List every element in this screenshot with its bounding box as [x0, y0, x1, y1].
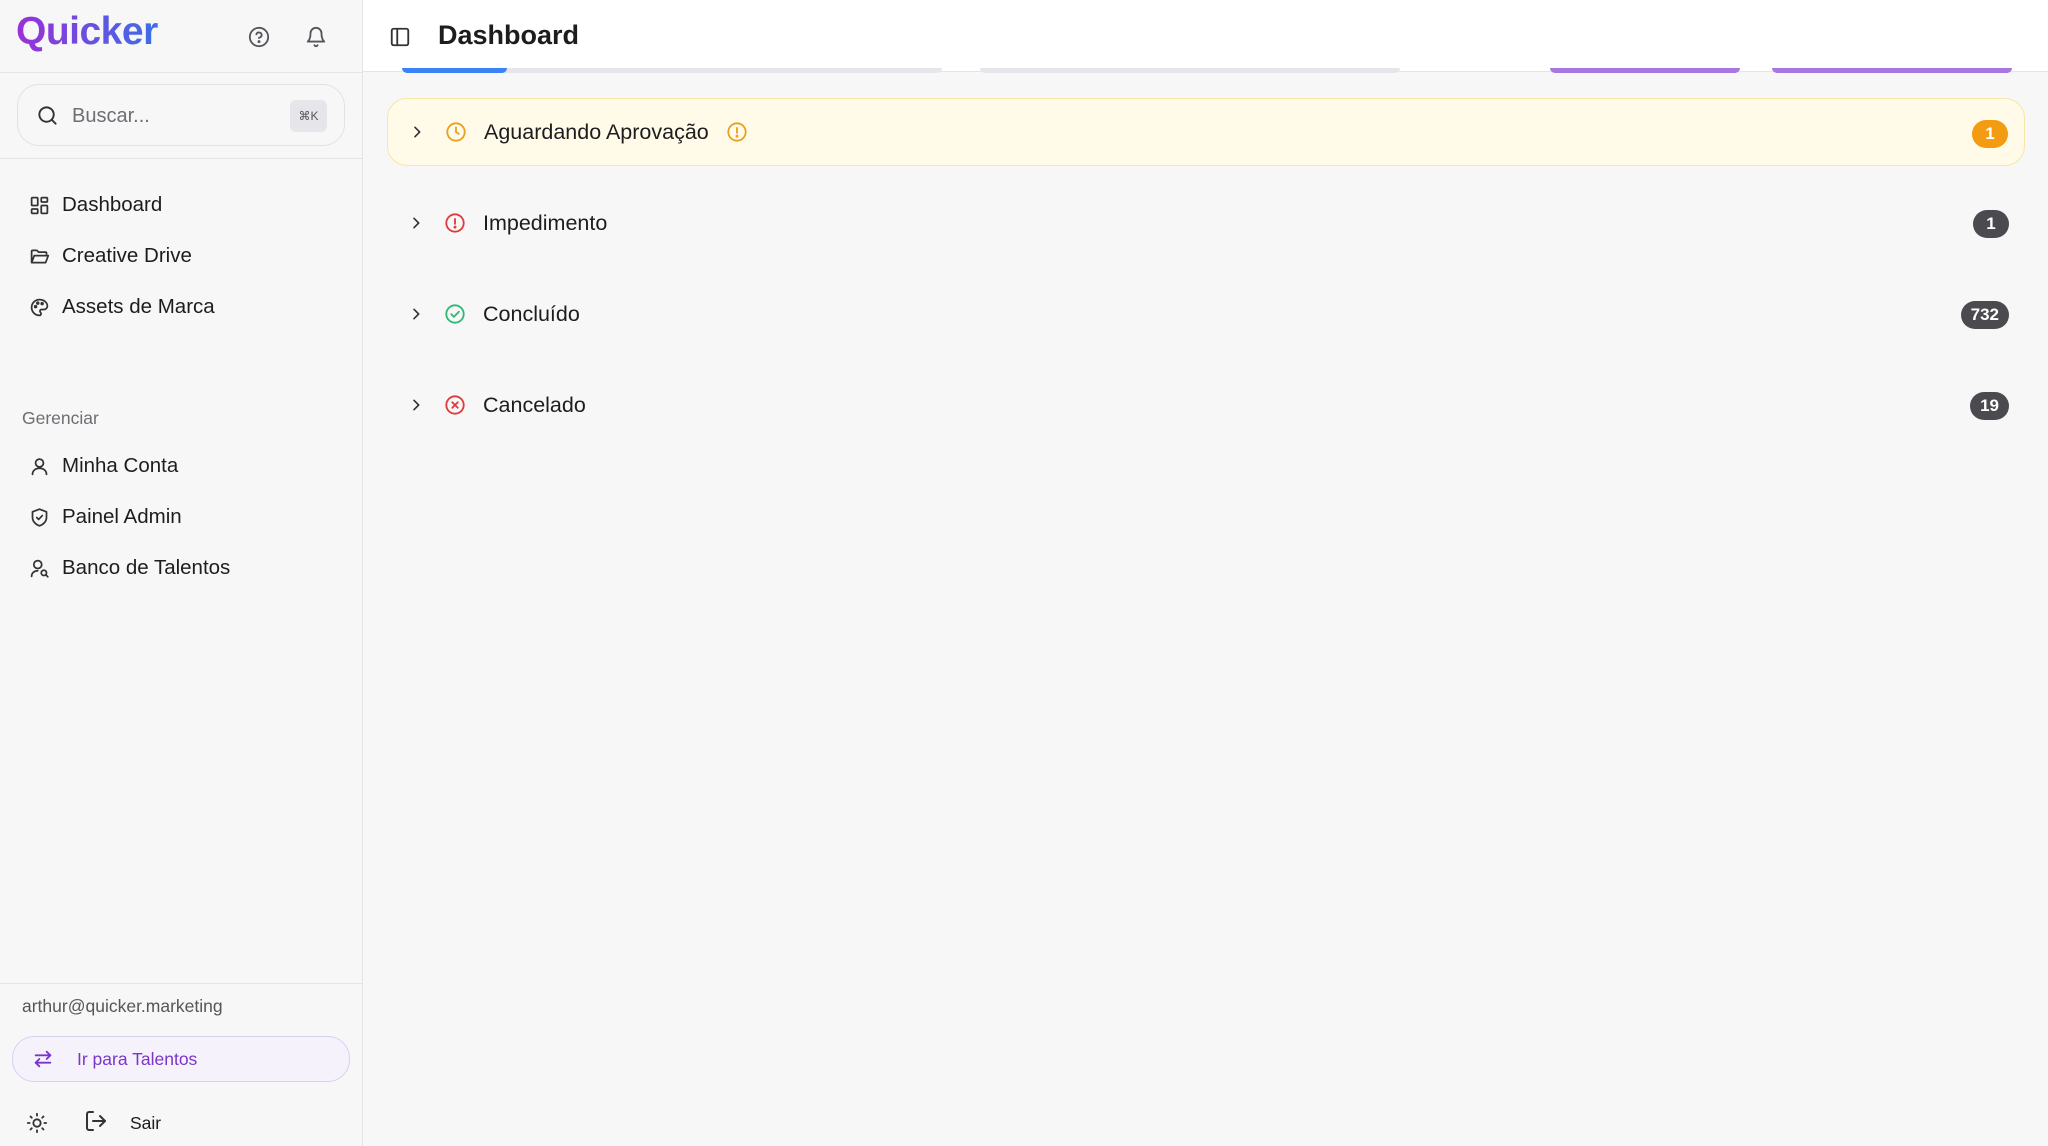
logout-button[interactable]: Sair: [84, 1108, 161, 1138]
sidebar-item-label: Minha Conta: [62, 454, 179, 477]
status-group-aguardando-aprovacao[interactable]: Aguardando Aprovação 1: [387, 98, 2025, 166]
switch-to-talentos-button[interactable]: Ir para Talentos: [12, 1036, 350, 1082]
status-count-badge: 19: [1970, 392, 2009, 420]
sidebar-item-painel-admin[interactable]: Painel Admin: [12, 495, 346, 539]
logout-label: Sair: [130, 1112, 162, 1133]
folder-open-icon: [28, 245, 50, 267]
scrolled-button: [1550, 68, 1740, 73]
status-count-badge: 1: [1972, 120, 2008, 148]
scrolled-control: [980, 68, 1400, 73]
sidebar-header: Quicker: [0, 0, 362, 73]
status-group-label: Aguardando Aprovação: [484, 119, 709, 144]
app-logo[interactable]: Quicker: [16, 10, 158, 54]
sidebar-item-label: Banco de Talentos: [62, 556, 231, 579]
search-shortcut: ⌘K: [290, 100, 327, 132]
chevron-right-icon[interactable]: [407, 396, 425, 414]
status-count-badge: 732: [1960, 301, 2009, 329]
sidebar-toggle-icon[interactable]: [388, 25, 412, 49]
layout-dashboard-icon: [28, 194, 50, 216]
bell-icon[interactable]: [303, 24, 329, 50]
status-group-cancelado[interactable]: Cancelado 19: [387, 371, 2025, 439]
chevron-right-icon[interactable]: [407, 305, 425, 323]
scrolled-active-tab-indicator: [402, 68, 507, 73]
status-group-concluido[interactable]: Concluído 732: [387, 280, 2025, 348]
sidebar-item-label: Creative Drive: [62, 244, 192, 267]
check-circle-icon: [443, 302, 467, 326]
user-search-icon: [28, 557, 50, 579]
alert-circle-icon: [443, 211, 467, 235]
status-group-label: Cancelado: [483, 392, 586, 417]
search-icon: [36, 104, 59, 132]
palette-icon: [28, 296, 50, 318]
sun-icon[interactable]: [24, 1110, 50, 1136]
status-group-label: Concluído: [483, 301, 580, 326]
section-label-gerenciar: Gerenciar: [22, 408, 99, 428]
search-field[interactable]: ⌘K: [17, 84, 345, 146]
help-circle-icon[interactable]: [246, 24, 272, 50]
sidebar-item-dashboard[interactable]: Dashboard: [12, 183, 346, 227]
log-out-icon: [84, 1109, 108, 1138]
sidebar-item-label: Painel Admin: [62, 505, 182, 528]
divider: [0, 983, 362, 984]
sidebar-item-minha-conta[interactable]: Minha Conta: [12, 444, 346, 488]
divider: [0, 158, 362, 159]
x-circle-icon: [443, 393, 467, 417]
sidebar-item-label: Assets de Marca: [62, 295, 215, 318]
sidebar-footer: Sair: [0, 1100, 362, 1144]
alert-circle-icon: [725, 120, 749, 144]
shield-check-icon: [28, 506, 50, 528]
sidebar-item-assets-de-marca[interactable]: Assets de Marca: [12, 285, 346, 329]
sidebar-item-banco-de-talentos[interactable]: Banco de Talentos: [12, 546, 346, 590]
sidebar: Quicker ⌘K Dashboard Creative Drive Asse…: [0, 0, 363, 1146]
status-group-impedimento[interactable]: Impedimento 1: [387, 189, 2025, 257]
arrow-left-right-icon: [31, 1047, 55, 1071]
clock-icon: [444, 120, 468, 144]
search-input[interactable]: [70, 99, 294, 133]
scrolled-button: [1772, 68, 2012, 73]
status-group-label: Impedimento: [483, 210, 608, 235]
user-icon: [28, 455, 50, 477]
sidebar-item-creative-drive[interactable]: Creative Drive: [12, 234, 346, 278]
chevron-right-icon[interactable]: [407, 214, 425, 232]
top-header: Dashboard: [363, 0, 2048, 72]
page-title: Dashboard: [438, 20, 580, 50]
chevron-right-icon[interactable]: [408, 123, 426, 141]
sidebar-item-label: Dashboard: [62, 193, 163, 216]
user-email: arthur@quicker.marketing: [22, 996, 223, 1016]
switch-button-label: Ir para Talentos: [77, 1048, 198, 1069]
status-count-badge: 1: [1973, 210, 2009, 238]
